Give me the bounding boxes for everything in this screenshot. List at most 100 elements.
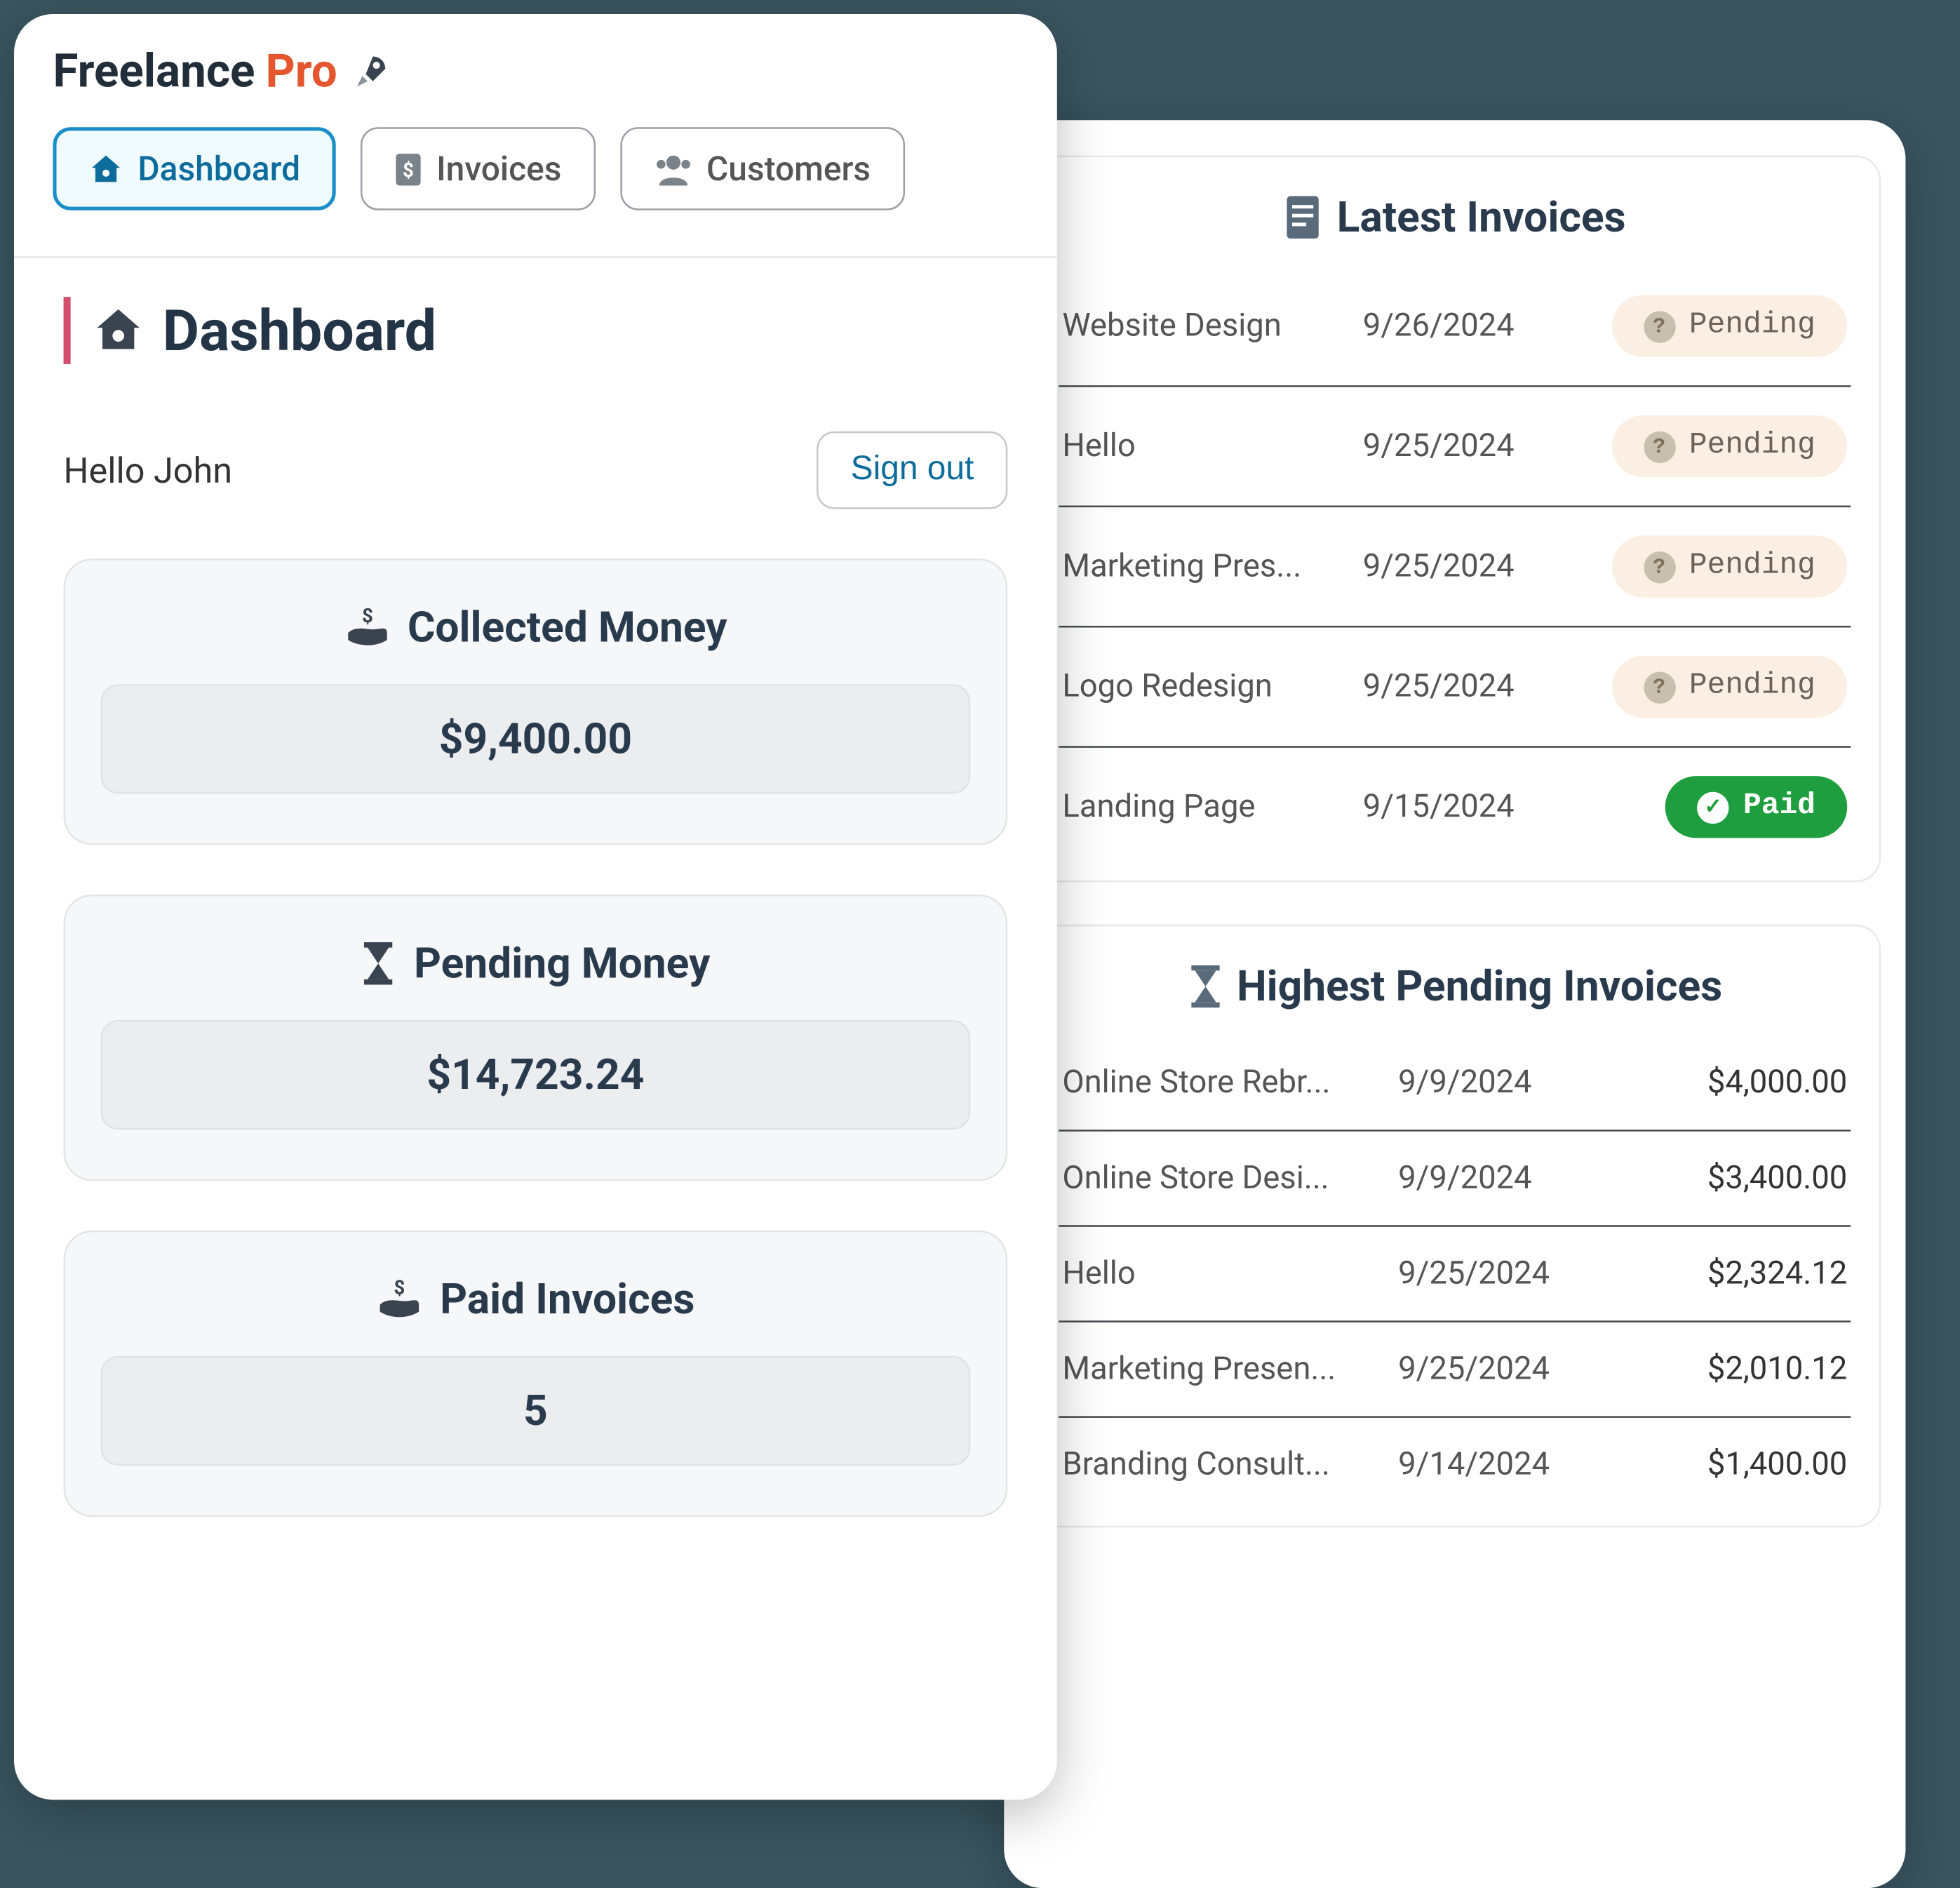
signout-button[interactable]: Sign out	[817, 431, 1007, 509]
hand-money-icon: $	[376, 1280, 422, 1318]
latest-rows: Website Design9/26/2024?PendingHello9/25…	[1059, 267, 1851, 866]
left-panel: FreelancePro Dashboard $ Invoices	[14, 14, 1057, 1800]
invoice-amount: $4,000.00	[1592, 1064, 1847, 1102]
rocket-icon	[348, 51, 390, 93]
invoice-date: 9/25/2024	[1363, 428, 1557, 465]
invoice-date: 9/25/2024	[1398, 1255, 1592, 1292]
status-badge: ?Pending	[1611, 295, 1847, 357]
invoice-status-col: ? Pending	[1557, 535, 1847, 597]
status-badge: ?Pending	[1611, 656, 1847, 718]
table-row[interactable]: Online Store Desi...9/9/2024$3,400.00	[1059, 1132, 1851, 1227]
invoice-name: Website Design	[1062, 307, 1362, 344]
brand-name: Freelance	[53, 46, 255, 99]
invoice-date: 9/25/2024	[1398, 1351, 1592, 1388]
tab-label: Invoices	[436, 149, 561, 189]
table-row[interactable]: Website Design9/26/2024 ?Pending	[1059, 267, 1851, 387]
invoice-amount: $1,400.00	[1592, 1446, 1847, 1483]
latest-invoices-card: Latest Invoices Website Design9/26/2024?…	[1028, 156, 1881, 883]
check-icon: ✓	[1698, 791, 1729, 823]
invoice-date: 9/25/2024	[1363, 668, 1557, 705]
invoice-status-col: ?Pending	[1557, 295, 1847, 357]
file-icon	[1284, 194, 1322, 241]
page-title-text: Dashboard	[163, 297, 436, 364]
card-title-text: Highest Pending Invoices	[1237, 962, 1722, 1012]
stat-title: Pending Money	[100, 939, 970, 989]
users-icon	[653, 153, 692, 185]
invoice-name: Landing Page	[1062, 789, 1362, 826]
question-icon: ?	[1643, 430, 1674, 462]
stat-card: Pending Money $14,723.24	[64, 895, 1008, 1181]
brand-logo: FreelancePro	[53, 46, 1018, 99]
home-icon	[92, 304, 145, 357]
tab-label: Customers	[706, 149, 871, 189]
hourglass-icon	[1187, 965, 1222, 1007]
highest-pending-card: Highest Pending Invoices Online Store Re…	[1028, 925, 1881, 1527]
hourglass-icon	[361, 942, 396, 984]
table-row[interactable]: Online Store Rebr...9/9/2024$4,000.00	[1059, 1036, 1851, 1132]
invoice-amount: $3,400.00	[1592, 1160, 1847, 1197]
tabs: Dashboard $ Invoices Customers	[53, 127, 1018, 210]
status-badge: ✓ Paid	[1665, 776, 1847, 838]
svg-text:$: $	[361, 608, 372, 627]
invoice-date: 9/26/2024	[1363, 307, 1557, 344]
table-row[interactable]: Marketing Presen...9/25/2024$2,010.12	[1059, 1323, 1851, 1418]
stat-title: $ Paid Invoices	[100, 1275, 970, 1325]
table-row[interactable]: Branding Consult...9/14/2024$1,400.00	[1059, 1418, 1851, 1512]
invoice-status-col: ?Pending	[1557, 656, 1847, 718]
invoice-amount: $2,324.12	[1592, 1255, 1847, 1292]
question-icon: ?	[1643, 551, 1674, 582]
home-icon	[88, 151, 123, 186]
stat-value: 5	[100, 1356, 970, 1466]
greeting-row: Hello John Sign out	[64, 431, 1008, 509]
invoice-date: 9/25/2024	[1363, 548, 1557, 585]
table-row[interactable]: Logo Redesign9/25/2024 ?Pending	[1059, 627, 1851, 747]
invoice-name: Online Store Desi...	[1062, 1160, 1398, 1197]
highest-rows: Online Store Rebr...9/9/2024$4,000.00Onl…	[1059, 1036, 1851, 1512]
stat-label: Pending Money	[414, 939, 710, 989]
table-row[interactable]: Hello9/25/2024? Pending	[1059, 387, 1851, 507]
status-text: Pending	[1689, 309, 1815, 343]
invoice-icon: $	[394, 151, 422, 186]
status-text: Pending	[1689, 550, 1815, 584]
status-text: Paid	[1743, 790, 1815, 824]
invoice-status-col: ? Pending	[1557, 415, 1847, 477]
tab-customers[interactable]: Customers	[620, 127, 904, 210]
brand-suffix: Pro	[266, 46, 337, 99]
stat-value: $14,723.24	[100, 1020, 970, 1130]
page-title: Dashboard	[64, 297, 1008, 364]
status-text: Pending	[1689, 670, 1815, 704]
hand-money-icon: $	[344, 608, 390, 647]
invoice-name: Marketing Presen...	[1062, 1351, 1398, 1388]
tab-invoices[interactable]: $ Invoices	[361, 127, 596, 210]
invoice-date: 9/15/2024	[1363, 789, 1557, 826]
stat-card: $ Collected Money $9,400.00	[64, 558, 1008, 845]
stat-title: $ Collected Money	[100, 603, 970, 652]
invoice-name: Hello	[1062, 1255, 1398, 1292]
table-row[interactable]: Hello9/25/2024$2,324.12	[1059, 1227, 1851, 1323]
status-badge: ? Pending	[1611, 415, 1847, 477]
table-row[interactable]: Marketing Pres...9/25/2024?Pending	[1059, 507, 1851, 627]
right-panel: Latest Invoices Website Design9/26/2024?…	[1004, 120, 1905, 1888]
highest-pending-title: Highest Pending Invoices	[1059, 962, 1851, 1012]
invoice-status-col: ✓ Paid	[1557, 776, 1847, 838]
latest-invoices-title: Latest Invoices	[1059, 193, 1851, 243]
svg-text:$: $	[394, 1280, 405, 1299]
invoice-name: Hello	[1062, 428, 1362, 465]
card-title-text: Latest Invoices	[1337, 193, 1626, 243]
status-text: Pending	[1689, 429, 1815, 463]
status-badge: ? Pending	[1611, 535, 1847, 597]
stat-card: $ Paid Invoices 5	[64, 1231, 1008, 1517]
invoice-name: Online Store Rebr...	[1062, 1064, 1398, 1102]
invoice-name: Logo Redesign	[1062, 668, 1362, 705]
stat-label: Collected Money	[408, 603, 727, 652]
invoice-date: 9/14/2024	[1398, 1446, 1592, 1483]
tab-dashboard[interactable]: Dashboard	[53, 127, 335, 210]
topbar: FreelancePro Dashboard $ Invoices	[14, 14, 1057, 228]
stat-label: Paid Invoices	[440, 1275, 694, 1325]
stat-value: $9,400.00	[100, 684, 970, 794]
table-row[interactable]: Landing Page9/15/2024 ✓ Paid	[1059, 748, 1851, 866]
greeting-text: Hello John	[64, 449, 233, 491]
invoice-amount: $2,010.12	[1592, 1351, 1847, 1388]
invoice-date: 9/9/2024	[1398, 1064, 1592, 1102]
invoice-date: 9/9/2024	[1398, 1160, 1592, 1197]
